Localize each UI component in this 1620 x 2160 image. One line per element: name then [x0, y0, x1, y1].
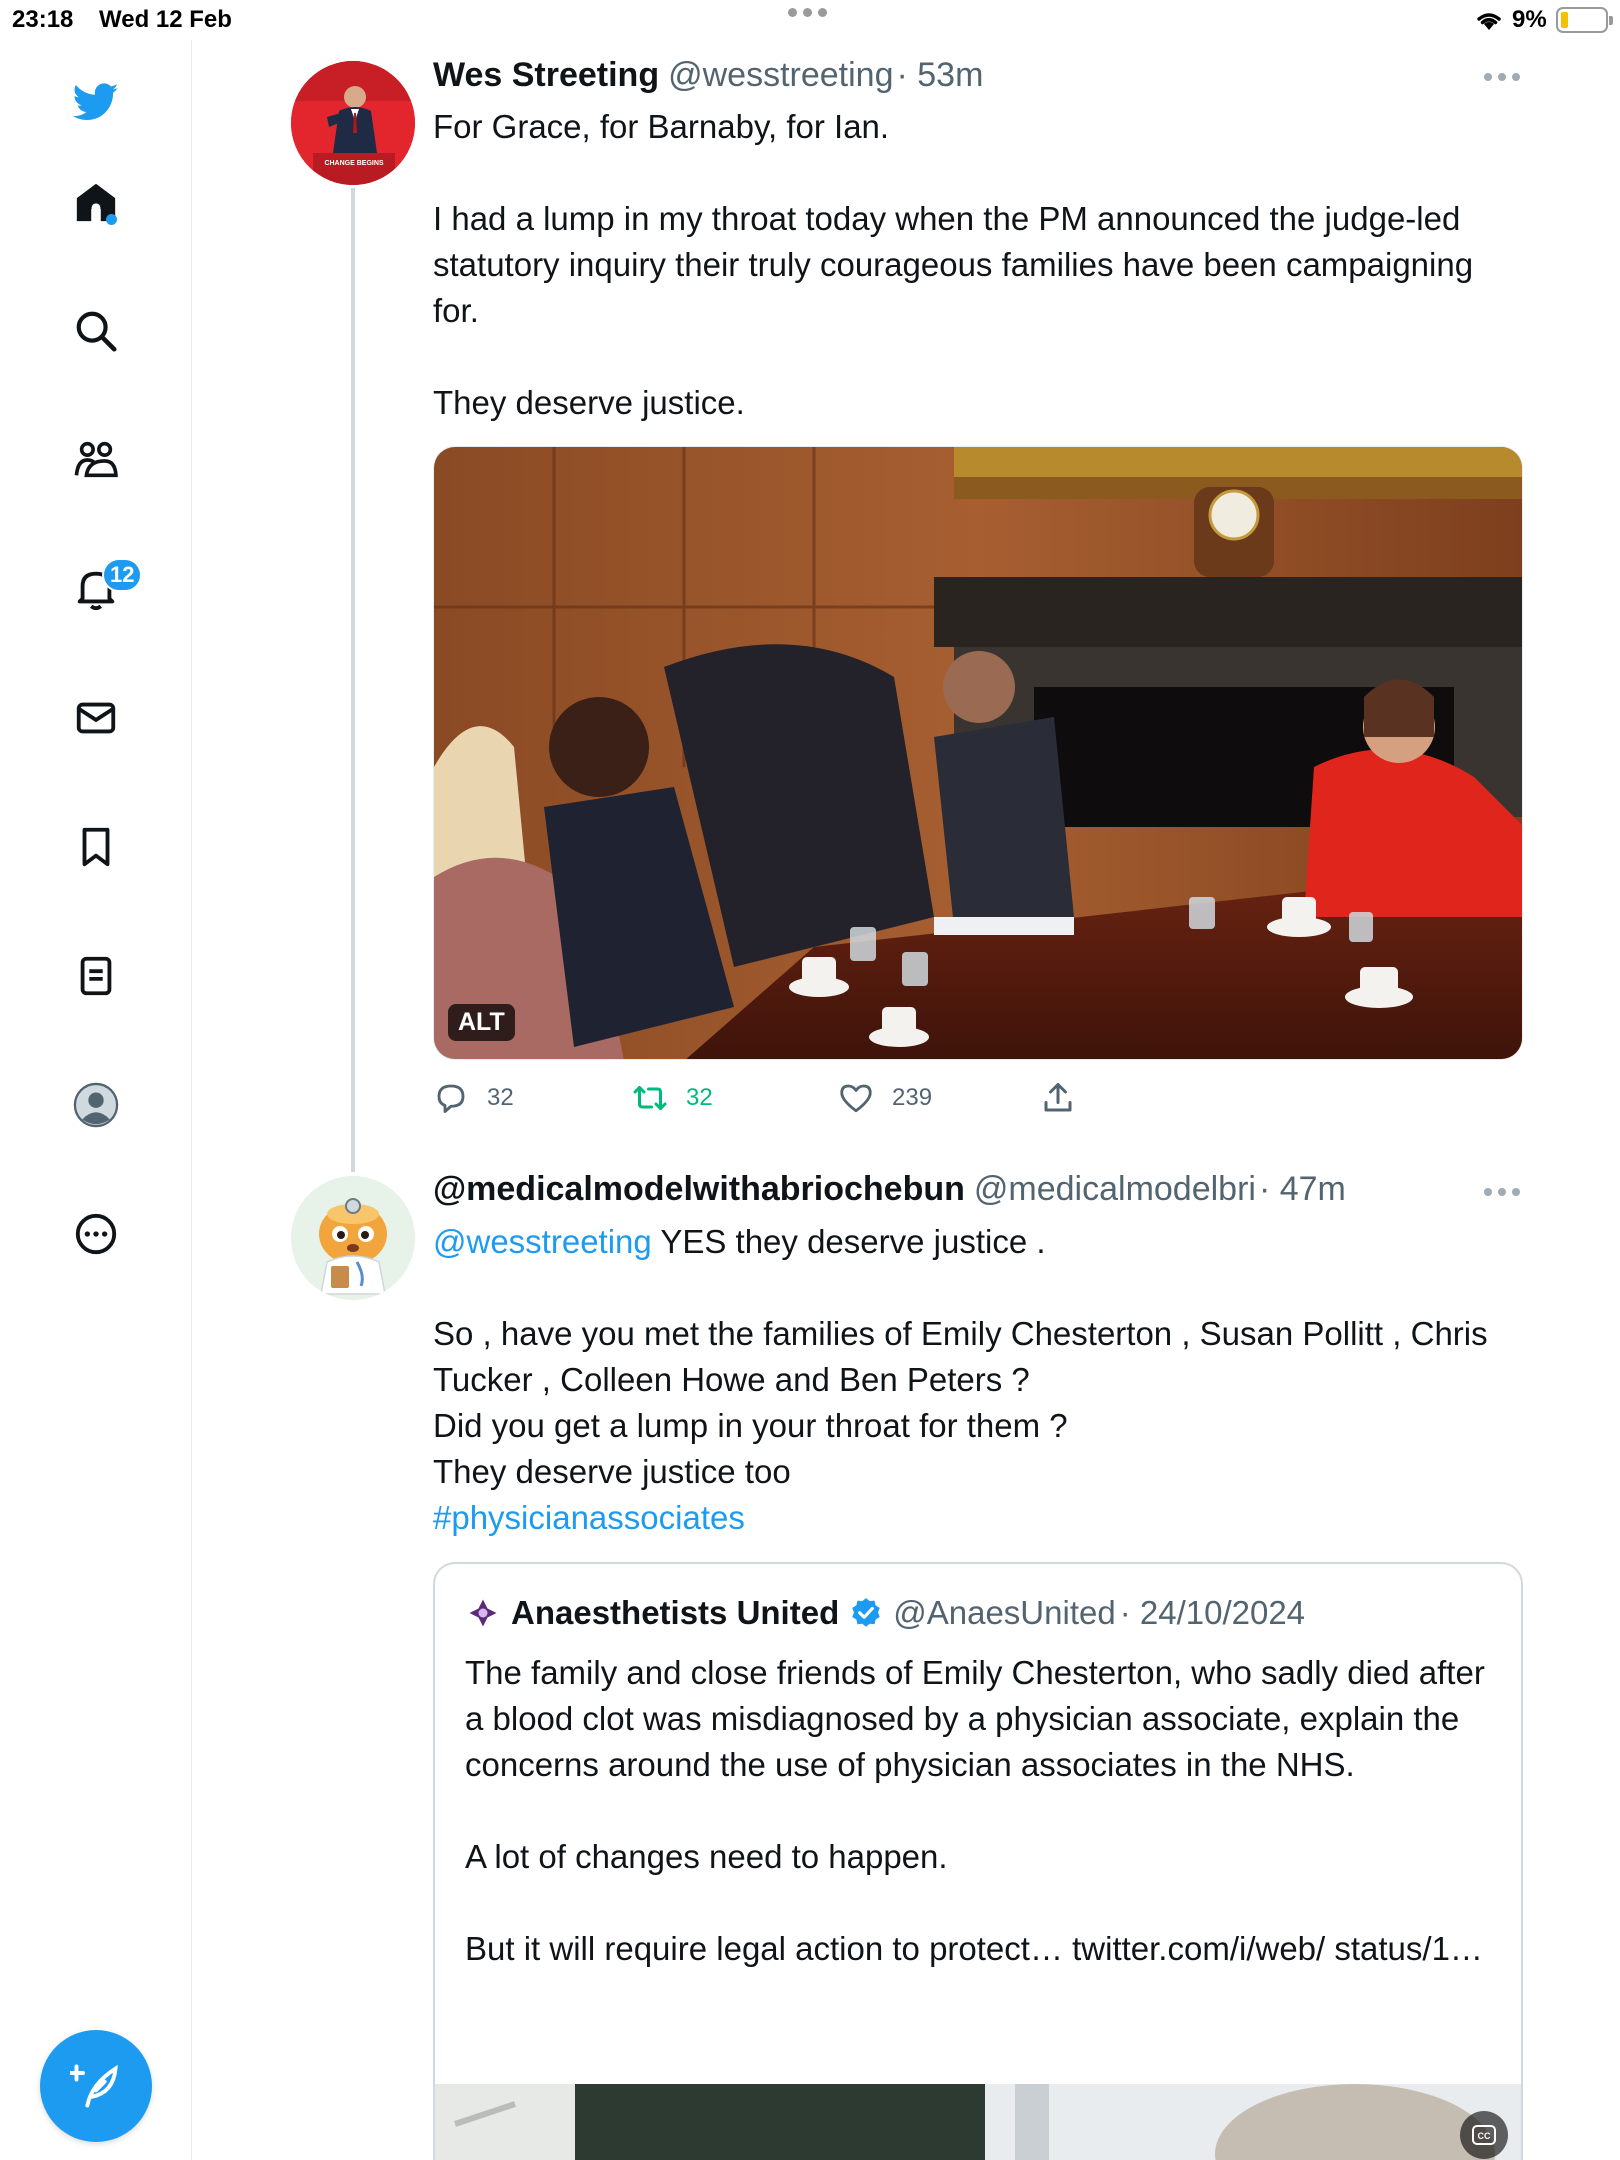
tweet-first-line: @wesstreeting YES they deserve justice . — [433, 1219, 1523, 1265]
tweet-line: So , have you met the families of Emily … — [433, 1315, 1488, 1398]
home-icon[interactable] — [64, 170, 128, 234]
quoted-tweet-time[interactable]: · 24/10/2024 — [1120, 1594, 1305, 1632]
quoted-line — [465, 1788, 1495, 1834]
video-thumbnail — [435, 2084, 1521, 2160]
status-bar: 23:18 Wed 12 Feb 9% — [0, 0, 1620, 40]
captions-button[interactable]: CC — [1460, 2111, 1508, 2159]
author-handle[interactable]: @medicalmodelbri — [974, 1170, 1256, 1209]
more-options-icon[interactable] — [1484, 1188, 1524, 1200]
quoted-author-name[interactable]: Anaesthetists United — [511, 1594, 839, 1632]
reply-icon — [437, 1084, 465, 1113]
battery-percent: 9% — [1512, 6, 1547, 33]
battery-icon — [1556, 7, 1613, 33]
tweet-text: @wesstreeting YES they deserve justice .… — [433, 1219, 1523, 1541]
reply-count: 32 — [487, 1084, 514, 1111]
retweet-button[interactable]: 32 — [632, 1078, 713, 1118]
quoted-author-handle[interactable]: @AnaesUnited — [893, 1594, 1115, 1632]
sidebar: 12 — [0, 40, 192, 2160]
thread-connector-line — [351, 188, 355, 1172]
retweet-count: 32 — [686, 1084, 713, 1111]
quoted-tweet-text: The family and close friends of Emily Ch… — [465, 1650, 1495, 1972]
avatar[interactable] — [291, 1176, 415, 1300]
avatar[interactable]: CHANGE BEGINS — [291, 61, 415, 185]
twitter-logo-icon[interactable] — [64, 70, 128, 134]
quoted-line: But it will require legal action to prot… — [465, 1930, 1483, 1967]
like-button[interactable]: 239 — [838, 1078, 932, 1118]
tweet-photo[interactable]: ALT — [433, 446, 1523, 1060]
profile-icon[interactable] — [64, 1073, 128, 1137]
more-circle-icon[interactable] — [64, 1202, 128, 1266]
org-avatar-icon[interactable] — [465, 1595, 501, 1631]
alt-text-badge[interactable]: ALT — [448, 1004, 515, 1041]
search-icon[interactable] — [64, 299, 128, 363]
home-unread-dot — [106, 214, 117, 225]
communities-icon[interactable] — [64, 428, 128, 492]
mention-link[interactable]: @wesstreeting — [433, 1223, 652, 1260]
share-button[interactable] — [1040, 1078, 1076, 1118]
tweet-line — [433, 334, 1523, 380]
status-time: 23:18 — [12, 6, 74, 33]
lists-icon[interactable] — [64, 944, 128, 1008]
tweet-time[interactable]: · 53m — [897, 56, 984, 95]
hashtag-link[interactable]: #physicianassociates — [433, 1495, 1523, 1541]
quoted-tweet-header: Anaesthetists United @AnaesUnited · 24/1… — [465, 1594, 1305, 1632]
tweet-line: Did you get a lump in your throat for th… — [433, 1407, 1068, 1444]
retweet-icon — [633, 1086, 667, 1110]
quoted-tweet[interactable]: Anaesthetists United @AnaesUnited · 24/1… — [433, 1562, 1523, 2160]
notifications-badge: 12 — [102, 558, 143, 592]
closed-captions-icon: CC — [1472, 2125, 1496, 2145]
quoted-line: The family and close friends of Emily Ch… — [465, 1654, 1485, 1783]
feather-plus-icon — [70, 2064, 118, 2108]
quoted-line — [465, 1880, 1495, 1926]
quoted-video-preview[interactable]: CC — [435, 2084, 1521, 2160]
tweet-line — [433, 150, 1523, 196]
wifi-icon — [1477, 13, 1501, 30]
multitasking-dots-icon[interactable] — [788, 8, 827, 17]
photo-meeting-scene — [434, 447, 1522, 1059]
status-date: Wed 12 Feb — [99, 6, 232, 33]
tweet-line: They deserve justice. — [433, 384, 745, 421]
like-count: 239 — [892, 1084, 933, 1111]
mail-icon[interactable] — [64, 686, 128, 750]
tweet-line — [433, 1265, 1523, 1311]
more-options-icon[interactable] — [1484, 73, 1524, 85]
svg-text:CC: CC — [1478, 2131, 1491, 2141]
tweet-time[interactable]: · 47m — [1259, 1170, 1346, 1209]
heart-icon — [840, 1084, 872, 1113]
tweet-header: @medicalmodelwithabriochebun @medicalmod… — [433, 1170, 1346, 1209]
tweet-line: I had a lump in my throat today when the… — [433, 200, 1474, 329]
reply-button[interactable]: 32 — [433, 1078, 514, 1118]
quoted-line: A lot of changes need to happen. — [465, 1838, 948, 1875]
tweet-line: For Grace, for Barnaby, for Ian. — [433, 108, 890, 145]
author-name[interactable]: Wes Streeting — [433, 56, 659, 95]
compose-tweet-button[interactable] — [40, 2030, 152, 2142]
author-name[interactable]: @medicalmodelwithabriochebun — [433, 1170, 965, 1209]
author-handle[interactable]: @wesstreeting — [668, 56, 893, 95]
bookmark-icon[interactable] — [64, 815, 128, 879]
avatar-banner-text: CHANGE BEGINS — [324, 160, 383, 167]
tweet-text: For Grace, for Barnaby, for Ian. I had a… — [433, 104, 1523, 426]
tweet-header: Wes Streeting @wesstreeting · 53m — [433, 56, 983, 95]
tweet-line: They deserve justice too — [433, 1453, 791, 1490]
share-icon — [1044, 1083, 1072, 1112]
tweet-line-rest: YES they deserve justice . — [651, 1223, 1046, 1260]
verified-badge-icon — [852, 1598, 880, 1627]
